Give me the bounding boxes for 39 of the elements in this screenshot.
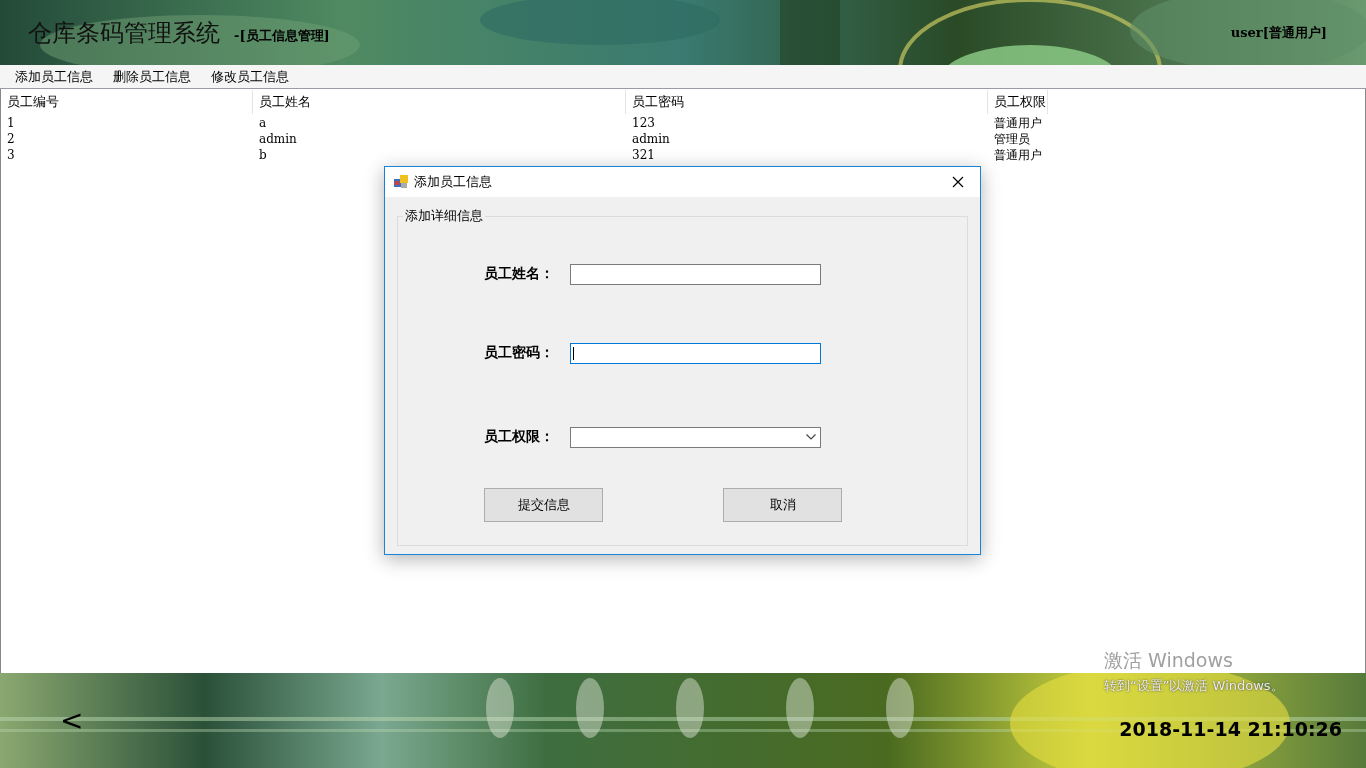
user-label: user[普通用户] <box>1230 23 1327 42</box>
table-cell-text: 普通用户 <box>993 115 1043 131</box>
field-label: 员工密码： <box>484 344 555 362</box>
close-icon <box>952 176 964 188</box>
dialog-title: 添加员工信息 <box>414 173 492 191</box>
column-header[interactable]: 员工姓名 <box>253 90 626 114</box>
app-icon <box>394 175 408 189</box>
date-time: 2018-11-14 21:10:26 <box>1119 717 1342 740</box>
table-cell-text: 普通用户 <box>993 147 1043 163</box>
table-cell-text: a <box>258 115 268 131</box>
table-cell-text: 1 <box>6 115 16 131</box>
column-header[interactable]: 员工权限 <box>988 90 1048 114</box>
dialog-button[interactable]: 取消 <box>723 488 842 522</box>
table-cell-text: 321 <box>631 147 656 163</box>
table-cell-text: 2 <box>6 131 16 147</box>
field-label: 员工姓名： <box>484 265 555 283</box>
table-cell-text: admin <box>631 131 671 147</box>
chevron-icon <box>806 434 816 440</box>
dropdown-field[interactable] <box>570 426 821 448</box>
group-label: 添加详细信息 <box>403 207 485 225</box>
field-label: 员工权限： <box>484 428 555 446</box>
table-cell-text: 3 <box>6 147 16 163</box>
table-cell-text: 管理员 <box>993 131 1031 147</box>
table-cell-text: b <box>258 147 268 163</box>
column-header[interactable]: 员工编号 <box>1 90 253 114</box>
back-button[interactable]: < <box>56 704 88 737</box>
menu-item[interactable]: 修改员工信息 <box>204 65 296 88</box>
input-field[interactable] <box>570 263 821 285</box>
menu-item[interactable]: 删除员工信息 <box>106 65 198 88</box>
activation-title: 激活 Windows <box>1104 648 1234 673</box>
page-subtitle: -[员工信息管理] <box>234 26 330 45</box>
table-cell-text: admin <box>258 131 298 147</box>
table-cell-text: 123 <box>631 115 656 131</box>
column-header[interactable]: 员工密码 <box>626 90 988 114</box>
app-title: 仓库条码管理系统 <box>28 17 220 49</box>
input-field[interactable] <box>570 342 821 364</box>
activation-hint: 转到“设置”以激活 Windows。 <box>1104 677 1284 695</box>
menu-item[interactable]: 添加员工信息 <box>8 65 100 88</box>
dialog-button[interactable]: 提交信息 <box>484 488 603 522</box>
